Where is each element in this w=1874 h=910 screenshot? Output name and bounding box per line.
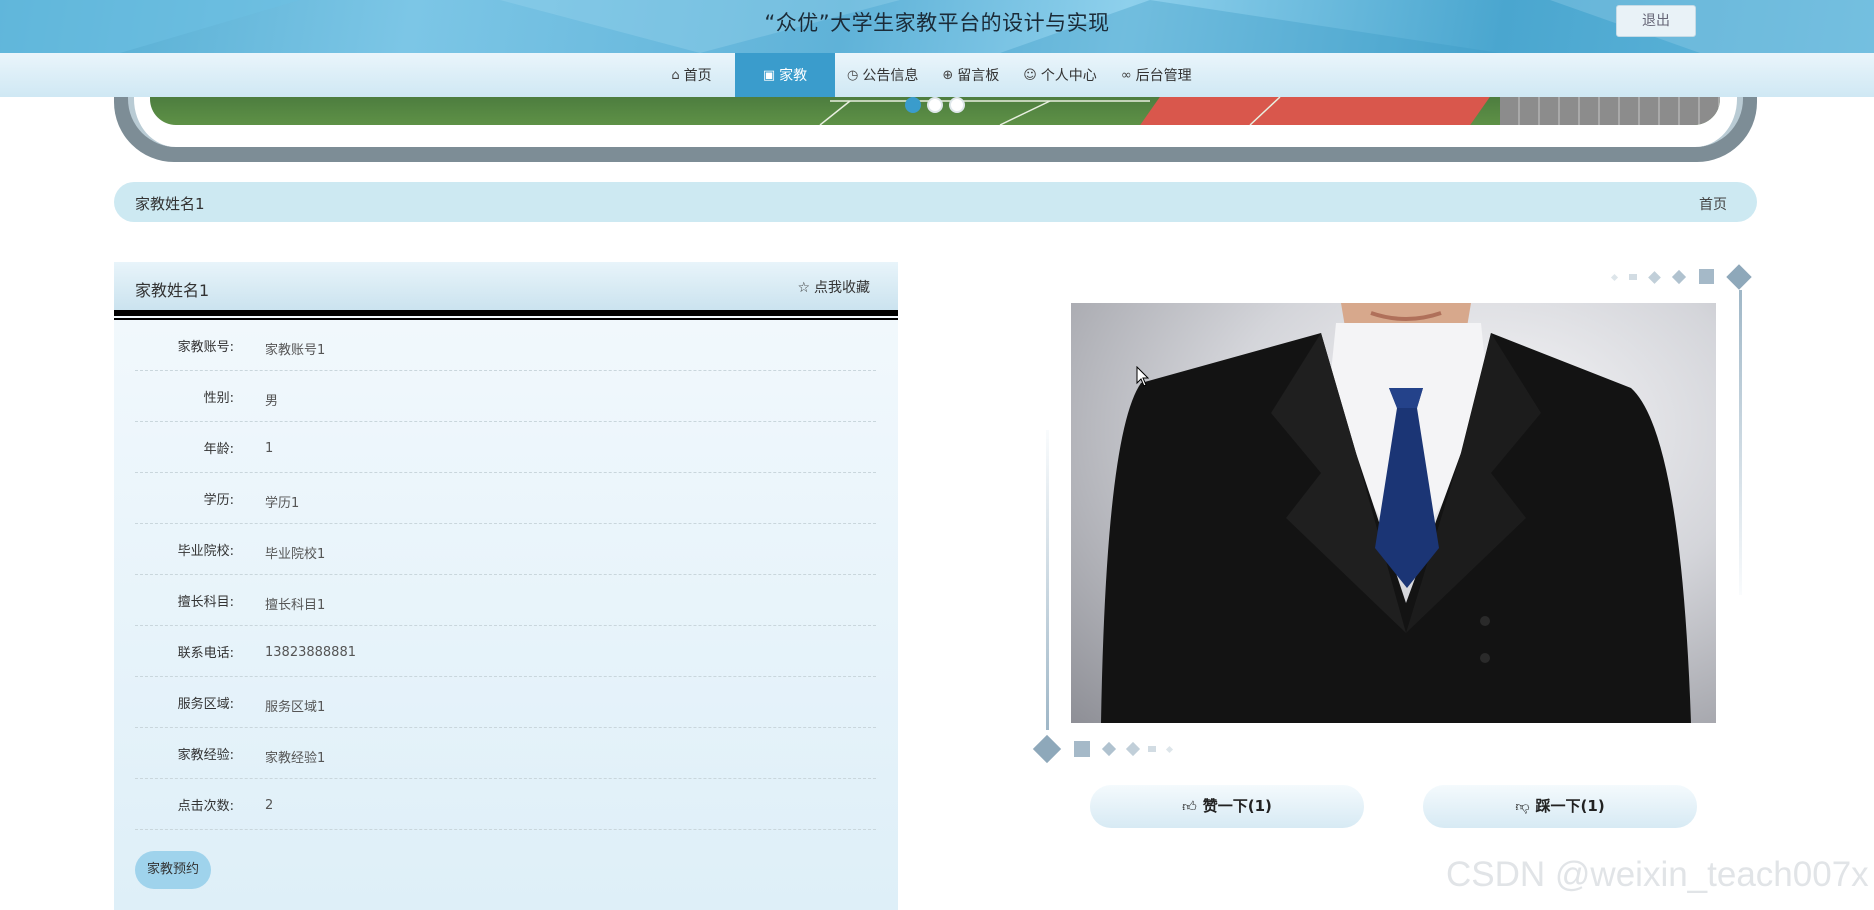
tutor-photo bbox=[1071, 303, 1716, 723]
dislike-button[interactable]: 👎︎ 踩一下(1) bbox=[1423, 785, 1697, 828]
nav-item-label: 个人中心 bbox=[1040, 68, 1097, 84]
decor-square bbox=[1074, 741, 1090, 757]
field-value: 擅长科目1 bbox=[265, 598, 326, 613]
divider bbox=[114, 310, 898, 316]
thumbs-up-icon: 👍︎ bbox=[1182, 799, 1197, 815]
field-value: 家教经验1 bbox=[265, 751, 326, 766]
decor-square bbox=[1629, 274, 1637, 280]
decor-line bbox=[1046, 430, 1049, 730]
field-value: 家教账号1 bbox=[265, 343, 326, 358]
user-icon: ☺ bbox=[1023, 67, 1037, 83]
field-label: 年龄: bbox=[203, 442, 234, 457]
breadcrumb-home-link[interactable]: 首页 bbox=[1699, 194, 1727, 214]
nav-item-label: 后台管理 bbox=[1135, 68, 1192, 84]
nav-item-tutor[interactable]: ▣ 家教 bbox=[735, 53, 835, 97]
nav-item-home[interactable]: ⌂ 首页 bbox=[648, 53, 735, 97]
nav-item-label: 留言板 bbox=[957, 68, 1000, 84]
thumbs-down-icon: 👎︎ bbox=[1515, 799, 1530, 815]
nav-item-messages[interactable]: ⊕ 留言板 bbox=[930, 53, 1011, 97]
field-label: 学历: bbox=[203, 493, 234, 508]
decor-square bbox=[1699, 269, 1714, 284]
field-row: 年龄: 1 bbox=[135, 422, 876, 473]
decor-diamond bbox=[1610, 273, 1619, 282]
link-icon: ∞ bbox=[1120, 67, 1132, 83]
field-row: 点击次数: 2 bbox=[135, 779, 876, 830]
site-header: “众优”大学生家教平台的设计与实现 退出 bbox=[0, 0, 1874, 53]
field-row: 家教经验: 家教经验1 bbox=[135, 728, 876, 779]
field-row: 性别: 男 bbox=[135, 371, 876, 422]
field-label: 毕业院校: bbox=[177, 544, 234, 559]
field-label: 家教经验: bbox=[177, 748, 234, 763]
carousel-dot-3[interactable] bbox=[949, 97, 965, 113]
field-label: 性别: bbox=[203, 391, 234, 406]
field-row: 服务区域: 服务区域1 bbox=[135, 677, 876, 728]
nav-item-label: 家教 bbox=[779, 68, 808, 84]
tutor-name: 家教姓名1 bbox=[135, 281, 210, 300]
decor-diamond bbox=[1165, 745, 1174, 754]
decor-diamond bbox=[1648, 271, 1661, 284]
decor-diamond bbox=[1125, 741, 1141, 757]
field-label: 擅长科目: bbox=[177, 595, 234, 610]
field-row: 家教账号: 家教账号1 bbox=[135, 320, 876, 371]
like-button[interactable]: 👍︎ 赞一下(1) bbox=[1090, 785, 1364, 828]
field-label: 服务区域: bbox=[177, 697, 234, 712]
breadcrumb-title: 家教姓名1 bbox=[135, 195, 205, 213]
field-row: 擅长科目: 擅长科目1 bbox=[135, 575, 876, 626]
nav-item-admin[interactable]: ∞ 后台管理 bbox=[1109, 53, 1204, 97]
field-value: 毕业院校1 bbox=[265, 547, 326, 562]
watermark: CSDN @weixin_teach007x bbox=[1446, 855, 1869, 894]
dislike-label: 踩一下(1) bbox=[1535, 797, 1605, 815]
detail-header: 家教姓名1 ☆ 点我收藏 bbox=[114, 262, 898, 310]
breadcrumb: 家教姓名1 首页 bbox=[114, 182, 1757, 222]
like-label: 赞一下(1) bbox=[1202, 797, 1272, 815]
main-nav: ⌂ 首页 ▣ 家教 ◷ 公告信息 ⊕ 留言板 ☺ 个人中心 ∞ 后台管理 bbox=[0, 53, 1874, 97]
decor-line bbox=[1739, 290, 1742, 595]
tutor-photo-art bbox=[1101, 303, 1691, 723]
decor-square bbox=[1148, 746, 1156, 752]
nav-item-label: 公告信息 bbox=[862, 68, 919, 84]
field-label: 联系电话: bbox=[177, 646, 234, 661]
decor-diamond bbox=[1726, 264, 1752, 290]
field-row: 联系电话: 13823888881 bbox=[135, 626, 876, 677]
field-value: 男 bbox=[265, 394, 279, 409]
field-value: 学历1 bbox=[265, 496, 300, 511]
tutor-detail-panel: 家教姓名1 ☆ 点我收藏 家教账号: 家教账号1 性别: 男 年龄: 1 学历: 学历1 … bbox=[114, 262, 898, 910]
nav-item-profile[interactable]: ☺ 个人中心 bbox=[1011, 53, 1109, 97]
field-row: 毕业院校: 毕业院校1 bbox=[135, 524, 876, 575]
home-icon: ⌂ bbox=[671, 67, 680, 83]
detail-fields: 家教账号: 家教账号1 性别: 男 年龄: 1 学历: 学历1 毕业院校: 毕业院校1 擅… bbox=[135, 320, 876, 830]
field-row: 学历: 学历1 bbox=[135, 473, 876, 524]
site-title: “众优”大学生家教平台的设计与实现 bbox=[764, 11, 1110, 35]
field-value: 服务区域1 bbox=[265, 700, 326, 715]
field-label: 点击次数: bbox=[177, 799, 234, 814]
nav-item-notice[interactable]: ◷ 公告信息 bbox=[835, 53, 930, 97]
favorite-label: 点我收藏 bbox=[814, 280, 870, 296]
decor-diamond bbox=[1032, 734, 1062, 764]
star-icon: ☆ bbox=[797, 280, 810, 296]
mouse-cursor-icon bbox=[1136, 366, 1150, 387]
gift-icon: ▣ bbox=[762, 67, 776, 83]
field-value: 13823888881 bbox=[265, 645, 356, 660]
clock-icon: ◷ bbox=[847, 67, 859, 83]
book-tutor-button[interactable]: 家教预约 bbox=[135, 851, 211, 889]
logout-button[interactable]: 退出 bbox=[1616, 5, 1696, 37]
globe-icon: ⊕ bbox=[942, 67, 954, 83]
favorite-button[interactable]: ☆ 点我收藏 bbox=[797, 277, 870, 297]
carousel-dot-1[interactable] bbox=[905, 97, 921, 113]
nav-item-label: 首页 bbox=[683, 68, 712, 84]
carousel-dot-2[interactable] bbox=[927, 97, 943, 113]
decor-diamond bbox=[1101, 741, 1117, 757]
field-value: 1 bbox=[265, 441, 274, 456]
field-label: 家教账号: bbox=[177, 340, 234, 355]
decor-diamond bbox=[1671, 269, 1687, 285]
field-value: 2 bbox=[265, 798, 274, 813]
